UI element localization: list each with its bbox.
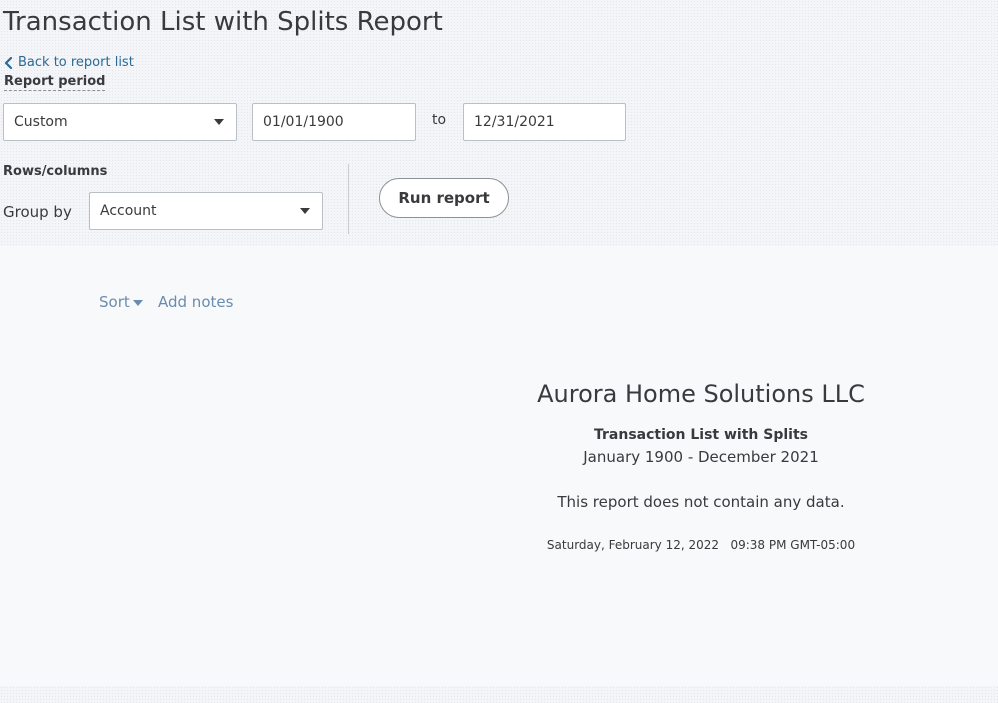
caret-down-icon [132,300,143,306]
empty-report-message: This report does not contain any data. [557,493,845,511]
report-period-label: Report period [4,74,106,91]
group-by-select[interactable]: Account [89,192,323,230]
rows-columns-label: Rows/columns [3,164,108,179]
divider [348,164,349,234]
group-by-value: Account [100,203,157,219]
end-date-input[interactable] [463,103,626,141]
back-to-report-list-link[interactable]: Back to report list [4,55,134,70]
sort-button[interactable]: Sort [99,293,143,311]
back-link-label: Back to report list [18,55,134,70]
date-range-separator: to [432,112,447,128]
caret-down-icon [300,208,310,214]
start-date-input[interactable] [252,103,416,141]
report-period-select[interactable]: Custom [3,103,237,141]
sort-label: Sort [99,293,130,311]
run-report-button[interactable]: Run report [379,178,509,218]
report-timestamp: Saturday, February 12, 2022 09:38 PM GMT… [546,538,856,552]
company-name[interactable]: Aurora Home Solutions LLC [500,376,902,412]
report-date-range: January 1900 - December 2021 [583,448,819,466]
report-period-value: Custom [14,114,68,130]
group-by-label: Group by [3,203,72,221]
page-title: Transaction List with Splits Report [3,7,443,37]
report-name: Transaction List with Splits [594,427,808,443]
add-notes-button[interactable]: Add notes [158,293,233,311]
chevron-left-icon [4,56,14,69]
caret-down-icon [214,119,224,125]
report-header: Aurora Home Solutions LLC Transaction Li… [500,376,902,553]
footer-strip [0,686,998,703]
